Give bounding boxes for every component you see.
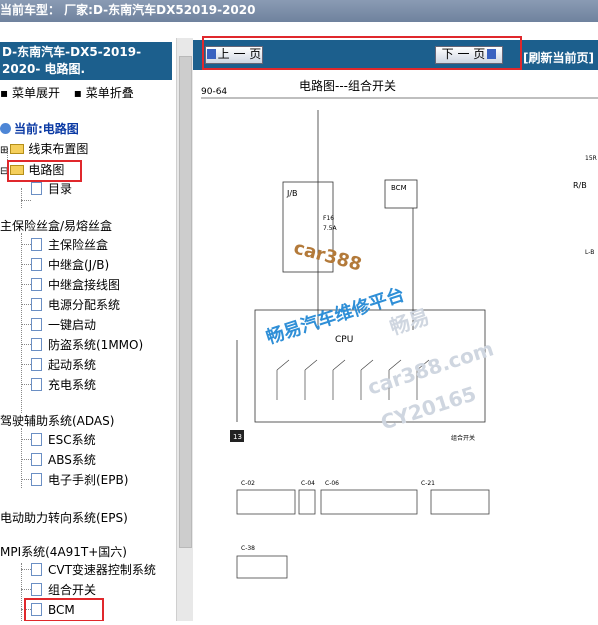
fuse-rating: 7.5A	[323, 225, 338, 232]
document-icon	[31, 338, 42, 351]
diagram-svg: 90-64 电路图---组合开关 J/B F16 7.5A BCM CPU 组合…	[201, 78, 598, 579]
right-label-2: L-B	[585, 249, 594, 256]
tree-item-relay-wiring[interactable]: 中继盒接线图	[31, 277, 120, 293]
diagram-title: 电路图---组合开关	[299, 78, 396, 93]
document-icon	[31, 298, 42, 311]
sidebar-scrollbar[interactable]	[176, 38, 193, 621]
expand-plus-icon[interactable]: ⊞	[0, 145, 8, 156]
tree-item-mpi-group[interactable]: MPI系统(4A91T+国六)	[0, 544, 127, 560]
fuse-label: F16	[323, 215, 334, 222]
tree-item-starting[interactable]: 起动系统	[31, 357, 96, 373]
document-icon	[31, 563, 42, 576]
document-icon	[31, 453, 42, 466]
tree-item-power-distribution[interactable]: 电源分配系统	[31, 297, 120, 313]
tree-item-one-key-start[interactable]: 一键启动	[31, 317, 96, 333]
document-icon	[31, 278, 42, 291]
cpu-label: CPU	[335, 335, 353, 345]
document-icon	[31, 258, 42, 271]
document-icon	[31, 583, 42, 596]
window-title: 当前车型： 厂家:D-东南汽车DX52019-2020	[0, 3, 256, 17]
document-icon	[31, 182, 42, 195]
jb-label: J/B	[286, 189, 298, 198]
scrollbar-thumb[interactable]	[179, 56, 192, 548]
tree-item-combination-switch[interactable]: 组合开关	[31, 582, 96, 598]
connector-label-3: C-06	[325, 480, 339, 487]
document-icon	[31, 358, 42, 371]
highlight-box-nav	[202, 36, 522, 70]
window-title-bar: 当前车型： 厂家:D-东南汽车DX52019-2020	[0, 0, 598, 22]
main-panel: 上 一 页 下 一 页 [刷新当前页] 90-64 电路图---组合开关 J/B…	[193, 22, 598, 621]
document-icon	[31, 238, 42, 251]
document-icon	[31, 473, 42, 486]
document-icon	[31, 433, 42, 446]
connector-label-1: C-02	[241, 480, 255, 487]
tree-item-immobilizer[interactable]: 防盗系统(1MMO)	[31, 337, 143, 353]
tree-current: 当前:电路图	[0, 121, 79, 137]
connector-label-4: C-21	[421, 480, 435, 487]
refresh-page-link[interactable]: [刷新当前页]	[523, 49, 594, 66]
ground-label: 13	[233, 433, 242, 441]
tree-item-abs[interactable]: ABS系统	[31, 452, 96, 468]
tree-item-relay-box[interactable]: 中继盒(J/B)	[31, 257, 109, 273]
tree-item-charging[interactable]: 充电系统	[31, 377, 96, 393]
combo-label: 组合开关	[451, 434, 475, 442]
sidebar-menu-controls: ▪ 菜单展开 ▪ 菜单折叠	[0, 84, 144, 101]
tree-item-adas-group[interactable]: 驾驶辅助系统(ADAS)	[0, 413, 114, 429]
diagram-page-number: 90-64	[201, 87, 227, 97]
tree-item-eps-group[interactable]: 电动助力转向系统(EPS)	[0, 510, 128, 526]
connector-label-5: C-38	[241, 545, 255, 552]
tree-item-esc[interactable]: ESC系统	[31, 432, 96, 448]
tree-item-wiring-layout[interactable]: ⊞ 线束布置图	[0, 141, 88, 159]
highlight-box-bcm	[24, 598, 104, 621]
tree-item-epb[interactable]: 电子手刹(EPB)	[31, 472, 128, 488]
document-icon	[31, 378, 42, 391]
right-code: 15R	[585, 155, 597, 162]
sidebar: D-东南汽车-DX5-2019-2020- 电路图. ▪ 菜单展开 ▪ 菜单折叠…	[0, 38, 176, 621]
bcm-label: BCM	[391, 184, 407, 192]
sidebar-title: D-东南汽车-DX5-2019-2020- 电路图.	[0, 42, 172, 80]
highlight-box-circuit	[7, 160, 82, 182]
folder-icon	[10, 144, 25, 154]
tree-item-contents[interactable]: 目录	[31, 181, 72, 197]
globe-icon	[0, 123, 11, 134]
right-label: R/B	[573, 181, 587, 190]
tree-item-fuse-group[interactable]: 主保险丝盒/易熔丝盒	[0, 218, 112, 234]
menu-expand-button[interactable]: ▪ 菜单展开	[0, 86, 60, 100]
menu-collapse-button[interactable]: ▪ 菜单折叠	[74, 86, 134, 100]
tree-item-main-fuse[interactable]: 主保险丝盒	[31, 237, 108, 253]
connector-label-2: C-04	[301, 480, 315, 487]
document-icon	[31, 318, 42, 331]
tree-item-cvt[interactable]: CVT变速器控制系统	[31, 562, 156, 578]
circuit-diagram: 90-64 电路图---组合开关 J/B F16 7.5A BCM CPU 组合…	[193, 70, 598, 621]
